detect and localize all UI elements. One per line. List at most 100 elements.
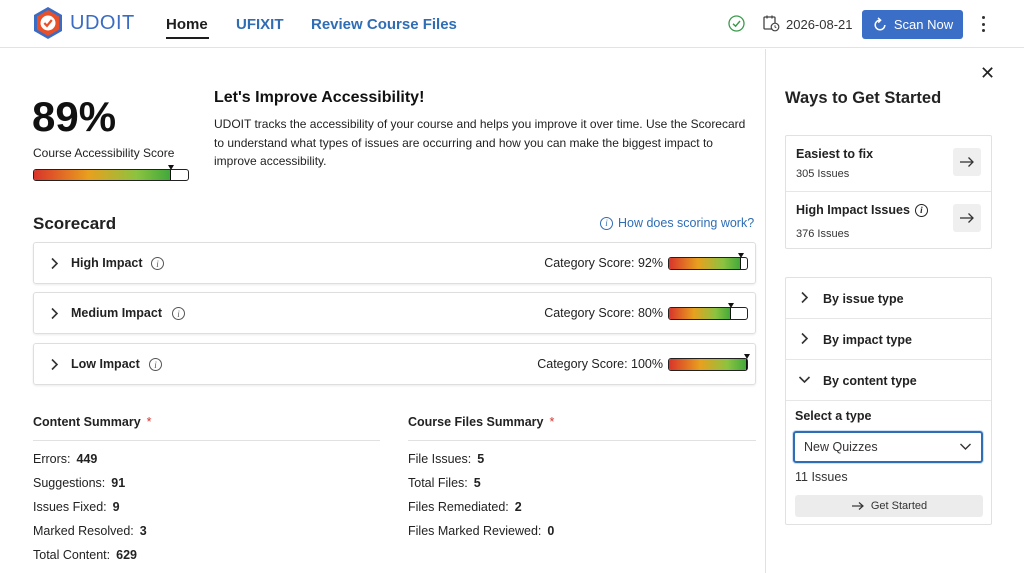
score-bar-fill bbox=[669, 308, 732, 319]
score-bar-tick bbox=[170, 170, 172, 180]
score-bar-marker bbox=[168, 165, 175, 170]
score-bar-fill bbox=[34, 170, 172, 180]
summary-suggestions: Suggestions: 91 bbox=[33, 476, 126, 490]
how-scoring-works-link[interactable]: i How does scoring work? bbox=[600, 216, 754, 230]
summary-marked-resolved: Marked Resolved: 3 bbox=[33, 524, 147, 538]
check-circle-icon bbox=[728, 15, 745, 32]
score-bar-tick bbox=[746, 359, 747, 370]
nav-home[interactable]: Home bbox=[166, 16, 208, 33]
chevron-down-icon bbox=[960, 443, 971, 450]
close-icon[interactable]: ✕ bbox=[980, 63, 995, 84]
get-started-button[interactable]: Get Started bbox=[795, 495, 983, 517]
score-bar-fill bbox=[669, 359, 747, 370]
category-medium-impact[interactable]: Medium Impact i Category Score: 80% bbox=[33, 292, 756, 334]
files-summary-title: Course Files Summary * bbox=[408, 415, 554, 429]
ways-to-get-started-panel: ✕ Ways to Get Started Easiest to fix 305… bbox=[765, 49, 1024, 573]
category-name: Medium Impact bbox=[71, 306, 162, 320]
active-nav-indicator bbox=[166, 37, 209, 39]
last-scan-date: 2026-08-21 bbox=[786, 17, 853, 32]
accessibility-score-label: Course Accessibility Score bbox=[33, 146, 175, 160]
content-type-select[interactable]: New Quizzes bbox=[793, 431, 983, 463]
files-summary-label: Course Files Summary bbox=[408, 415, 544, 429]
score-bar-tick bbox=[739, 258, 741, 269]
more-options-icon[interactable] bbox=[977, 13, 989, 35]
score-bar-tick bbox=[730, 308, 732, 319]
content-summary-label: Content Summary bbox=[33, 415, 141, 429]
score-bar-fill bbox=[669, 258, 741, 269]
category-high-impact[interactable]: High Impact i Category Score: 92% bbox=[33, 242, 756, 284]
category-name: High Impact bbox=[71, 256, 143, 270]
info-icon[interactable]: i bbox=[149, 358, 162, 371]
filter-label: By content type bbox=[823, 374, 917, 388]
refresh-icon bbox=[874, 16, 886, 31]
category-score-bar bbox=[668, 253, 748, 270]
summary-issues-fixed: Issues Fixed: 9 bbox=[33, 500, 120, 514]
arrow-right-button[interactable] bbox=[953, 148, 981, 176]
scorecard-title: Scorecard bbox=[33, 214, 117, 233]
summary-file-issues: File Issues: 5 bbox=[408, 452, 485, 466]
category-score-text: Category Score: 80% bbox=[544, 306, 663, 320]
filter-label: By issue type bbox=[823, 292, 904, 306]
app-name: UDOIT bbox=[70, 11, 135, 34]
summary-total-files: Total Files: 5 bbox=[408, 476, 481, 490]
high-impact-issues-count: 376 Issues bbox=[796, 228, 850, 240]
get-started-label: Get Started bbox=[870, 500, 928, 512]
type-issue-count: 11 Issues bbox=[795, 470, 848, 484]
selected-type-value: New Quizzes bbox=[804, 440, 878, 454]
content-summary-divider bbox=[33, 440, 380, 441]
arrow-right-icon bbox=[960, 213, 974, 223]
arrow-right-icon bbox=[851, 502, 864, 510]
nav-review-course-files[interactable]: Review Course Files bbox=[311, 16, 457, 33]
summary-errors: Errors: 449 bbox=[33, 452, 98, 466]
required-asterisk: * bbox=[146, 415, 152, 429]
calendar-clock-icon bbox=[763, 15, 780, 32]
top-navigation-bar: UDOIT Home UFIXIT Review Course Files 20… bbox=[0, 0, 1024, 48]
chevron-right-icon bbox=[51, 358, 59, 371]
summary-files-remediated: Files Remediated: 2 bbox=[408, 500, 522, 514]
arrow-right-icon bbox=[960, 157, 974, 167]
category-score-bar bbox=[668, 354, 750, 371]
filter-by-impact-type[interactable]: By impact type bbox=[786, 319, 991, 360]
scan-now-button[interactable]: Scan Now bbox=[862, 10, 963, 39]
nav-ufixit[interactable]: UFIXIT bbox=[236, 16, 284, 33]
app-logo[interactable]: UDOIT bbox=[32, 6, 135, 40]
info-icon[interactable]: i bbox=[914, 203, 928, 217]
content-summary-title: Content Summary * bbox=[33, 415, 152, 429]
accessibility-score-percent: 89% bbox=[32, 93, 117, 140]
chevron-right-icon bbox=[51, 307, 59, 320]
filter-by-content-type[interactable]: By content type bbox=[786, 360, 991, 401]
easiest-to-fix-item[interactable]: Easiest to fix 305 Issues bbox=[786, 136, 991, 192]
files-summary-divider bbox=[408, 440, 756, 441]
score-bar-marker bbox=[737, 253, 744, 258]
high-impact-issues-item[interactable]: High Impact Issues i 376 Issues bbox=[786, 192, 991, 248]
easiest-to-fix-title: Easiest to fix bbox=[796, 147, 874, 161]
score-bar-marker bbox=[728, 303, 735, 308]
category-score-text: Category Score: 100% bbox=[537, 357, 663, 371]
chevron-right-icon bbox=[801, 291, 809, 304]
chevron-right-icon bbox=[51, 257, 59, 270]
easiest-to-fix-count: 305 Issues bbox=[796, 168, 850, 180]
required-asterisk: * bbox=[549, 415, 555, 429]
accessibility-score-bar bbox=[33, 165, 189, 181]
info-icon[interactable]: i bbox=[151, 257, 164, 270]
score-bar-marker bbox=[744, 354, 750, 359]
filter-by-issue-type[interactable]: By issue type bbox=[786, 278, 991, 319]
info-icon: i bbox=[600, 216, 613, 230]
udoit-logo-icon bbox=[34, 7, 62, 39]
how-scoring-works-label: How does scoring work? bbox=[618, 216, 755, 230]
high-impact-issues-title: High Impact Issues i bbox=[796, 203, 928, 217]
intro-title: Let's Improve Accessibility! bbox=[214, 89, 425, 106]
info-icon[interactable]: i bbox=[172, 307, 185, 320]
category-name: Low Impact bbox=[71, 357, 140, 371]
arrow-right-button[interactable] bbox=[953, 204, 981, 232]
category-score-bar bbox=[668, 303, 748, 320]
filter-label: By impact type bbox=[823, 333, 912, 347]
chevron-down-icon bbox=[798, 376, 811, 384]
scan-now-label: Scan Now bbox=[893, 17, 954, 32]
filter-card: By issue type By impact type By content … bbox=[785, 277, 992, 525]
summary-files-marked-reviewed: Files Marked Reviewed: 0 bbox=[408, 524, 555, 538]
quick-start-card: Easiest to fix 305 Issues High Impact Is… bbox=[785, 135, 992, 249]
chevron-right-icon bbox=[801, 332, 809, 345]
category-low-impact[interactable]: Low Impact i Category Score: 100% bbox=[33, 343, 756, 385]
intro-description: UDOIT tracks the accessibility of your c… bbox=[214, 117, 746, 168]
